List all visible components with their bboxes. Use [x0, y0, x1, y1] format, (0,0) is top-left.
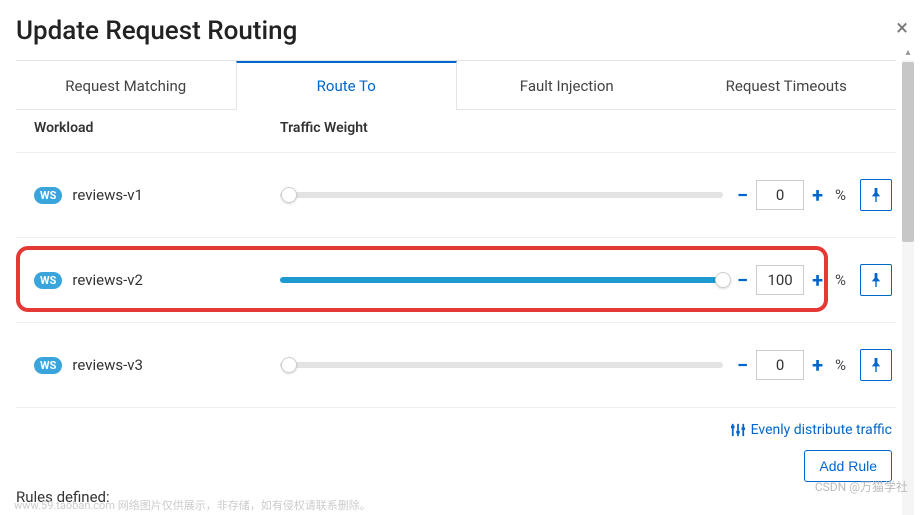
lock-button[interactable]	[860, 179, 892, 211]
weight-input[interactable]	[756, 265, 804, 295]
page-title: Update Request Routing	[16, 16, 900, 46]
slider-thumb[interactable]	[281, 357, 297, 373]
csdn-watermark: CSDN @万猫学社	[815, 478, 908, 495]
taobao-watermark: www.59.taoban.com 网络图片仅供展示，非存储，如有侵权请联系删除…	[14, 497, 371, 513]
workload-badge: WS	[34, 357, 62, 374]
table-row: WS reviews-v1 − + %	[16, 152, 896, 237]
increment-button[interactable]: +	[808, 185, 827, 205]
decrement-button[interactable]: −	[733, 355, 752, 375]
pin-icon	[870, 188, 882, 202]
lock-button[interactable]	[860, 264, 892, 296]
tab-request-timeouts[interactable]: Request Timeouts	[677, 61, 897, 109]
weight-slider[interactable]	[280, 277, 723, 283]
weight-input[interactable]	[756, 180, 804, 210]
increment-button[interactable]: +	[808, 270, 827, 290]
tab-route-to[interactable]: Route To	[236, 61, 458, 110]
evenly-distribute-label: Evenly distribute traffic	[751, 422, 892, 438]
tab-bar: Request Matching Route To Fault Injectio…	[16, 61, 896, 110]
scrollbar[interactable]: ▴	[902, 60, 914, 515]
workload-name: reviews-v1	[72, 186, 143, 204]
pin-icon	[870, 273, 882, 287]
percent-label: %	[831, 186, 850, 204]
pin-icon	[870, 358, 882, 372]
scrollbar-thumb[interactable]	[902, 62, 914, 242]
workload-badge: WS	[34, 187, 62, 204]
workload-name: reviews-v3	[72, 356, 143, 374]
weight-slider[interactable]	[280, 192, 723, 198]
weight-input[interactable]	[756, 350, 804, 380]
evenly-distribute-button[interactable]: Evenly distribute traffic	[16, 422, 892, 438]
table-row: WS reviews-v2 − + %	[16, 237, 896, 322]
close-icon[interactable]: ×	[896, 18, 908, 40]
column-traffic-weight: Traffic Weight	[280, 120, 896, 136]
percent-label: %	[831, 356, 850, 374]
decrement-button[interactable]: −	[733, 270, 752, 290]
percent-label: %	[831, 271, 850, 289]
sliders-icon	[731, 423, 745, 437]
lock-button[interactable]	[860, 349, 892, 381]
decrement-button[interactable]: −	[733, 185, 752, 205]
scrollbar-up-arrow[interactable]: ▴	[902, 46, 914, 60]
increment-button[interactable]: +	[808, 355, 827, 375]
slider-thumb[interactable]	[715, 272, 731, 288]
workload-name: reviews-v2	[72, 271, 143, 289]
weight-slider[interactable]	[280, 362, 723, 368]
slider-thumb[interactable]	[281, 187, 297, 203]
column-workload: Workload	[34, 120, 280, 136]
workload-badge: WS	[34, 272, 62, 289]
tab-request-matching[interactable]: Request Matching	[16, 61, 236, 109]
column-headers: Workload Traffic Weight	[16, 110, 896, 152]
table-row: WS reviews-v3 − + %	[16, 322, 896, 407]
tab-fault-injection[interactable]: Fault Injection	[457, 61, 677, 109]
